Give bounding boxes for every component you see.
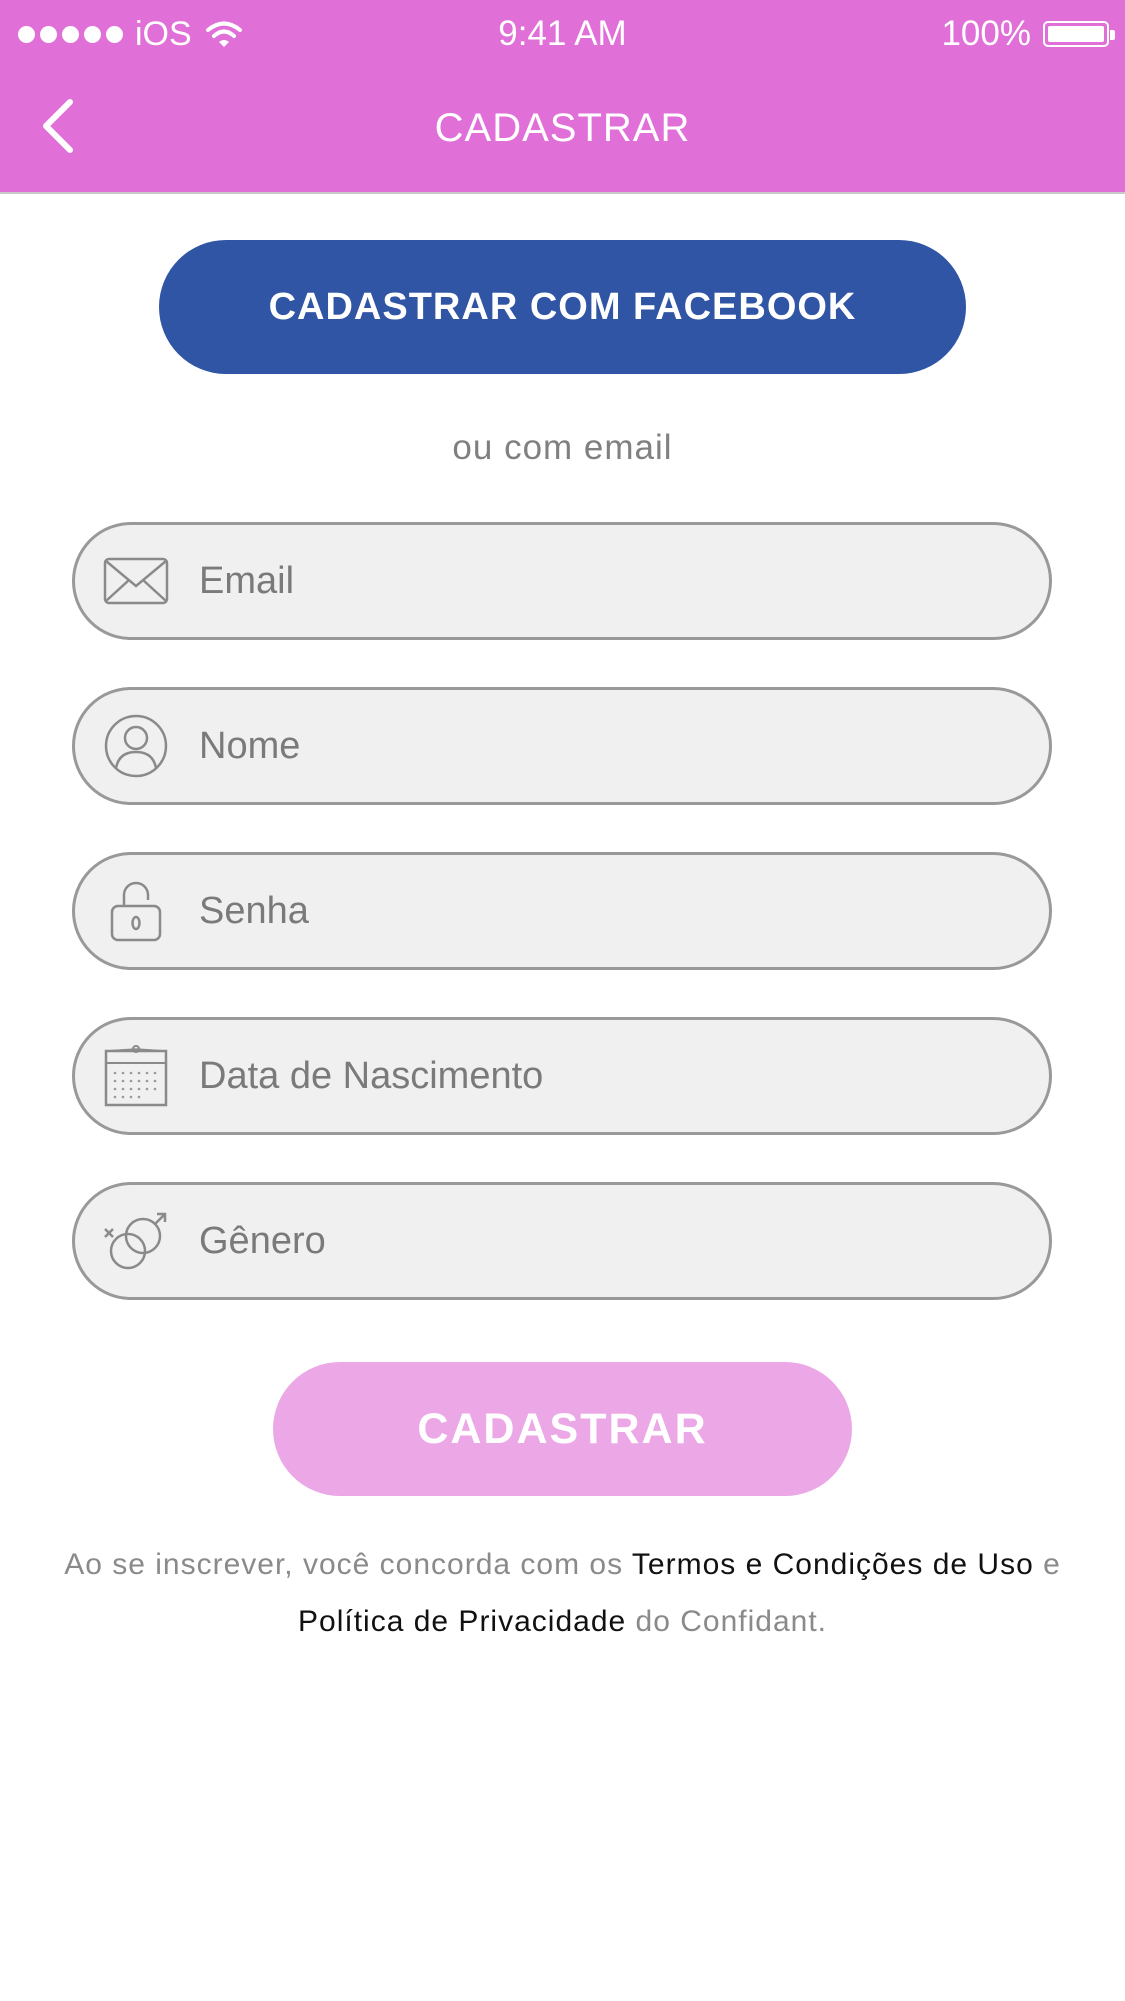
email-field[interactable]: Email (72, 522, 1052, 640)
or-with-email-text: ou com email (452, 428, 673, 467)
status-bar: iOS 9:41 AM 100% (0, 0, 1125, 66)
gender-field[interactable]: Gênero (72, 1182, 1052, 1300)
envelope-icon (103, 557, 169, 605)
page-title: CADASTRAR (434, 106, 691, 150)
submit-signup-button[interactable]: CADASTRAR (273, 1362, 852, 1496)
facebook-signup-button[interactable]: CADASTRAR COM FACEBOOK (159, 240, 966, 374)
submit-signup-label: CADASTRAR (417, 1404, 708, 1453)
user-icon (104, 714, 168, 778)
terms-notice: Ao se inscrever, você concorda com os Te… (60, 1536, 1065, 1650)
gender-placeholder: Gênero (199, 1219, 326, 1262)
battery-icon (1043, 21, 1115, 47)
birthdate-placeholder: Data de Nascimento (199, 1054, 544, 1097)
terms-suffix: do Confidant. (626, 1605, 827, 1638)
terms-connector: e (1033, 1548, 1061, 1581)
battery-percentage: 100% (941, 14, 1031, 53)
password-field[interactable]: Senha (72, 852, 1052, 970)
gender-icon (104, 1212, 167, 1270)
status-right: 100% (941, 14, 1115, 54)
terms-link[interactable]: Termos e Condições de Uso (632, 1548, 1034, 1581)
privacy-link[interactable]: Política de Privacidade (298, 1605, 626, 1638)
password-placeholder: Senha (199, 889, 309, 932)
facebook-signup-label: CADASTRAR COM FACEBOOK (268, 285, 857, 328)
name-placeholder: Nome (199, 724, 301, 767)
lock-icon (110, 881, 162, 942)
email-placeholder: Email (199, 559, 295, 602)
birthdate-field[interactable]: Data de Nascimento (72, 1017, 1052, 1135)
name-field[interactable]: Nome (72, 687, 1052, 805)
terms-prefix: Ao se inscrever, você concorda com os (64, 1548, 632, 1581)
calendar-icon (104, 1045, 168, 1107)
navigation-bar: CADASTRAR (0, 66, 1125, 194)
